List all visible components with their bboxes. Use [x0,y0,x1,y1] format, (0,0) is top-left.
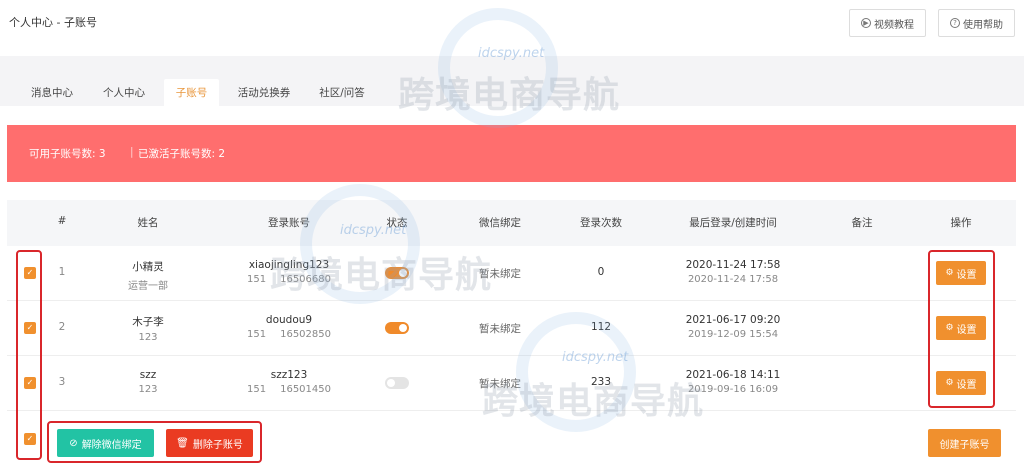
row-wechat: 暂未绑定 [479,323,521,335]
page-title: 个人中心 - 子账号 [9,16,97,29]
row-index: 2 [58,321,66,333]
highlight-frame-bulk-actions [47,421,262,463]
row-account: szz123 151 16501450 [247,369,331,395]
row-account-text: doudou9 [265,314,313,326]
tab-coupons[interactable]: 活动兑换券 [230,79,298,106]
row-index: 1 [58,266,66,278]
row-phone: 151 16502850 [247,329,331,340]
banner-separator: | [130,146,134,158]
row-name: szz 123 [138,369,157,395]
row-name-text: szz [139,369,157,381]
row-last-login: 2021-06-17 09:20 [685,314,781,326]
row-created: 2019-12-09 15:54 [687,329,779,340]
toggle-knob [387,379,395,387]
row-logins: 0 [597,266,605,278]
tab-bar: 消息中心 个人中心 子账号 活动兑换券 社区/问答 [0,56,1024,106]
row-wechat: 暂未绑定 [479,268,521,280]
row-created: 2020-11-24 17:58 [687,274,779,285]
phone-prefix: 151 [247,384,267,395]
row-account: doudou9 151 16502850 [247,314,331,340]
row-time: 2021-06-17 09:20 2019-12-09 15:54 [686,314,781,340]
row-name: 小精灵 运营一部 [128,259,168,292]
toggle-knob [399,324,407,332]
row-time: 2021-06-18 14:11 2019-09-16 16:09 [686,369,781,395]
status-toggle[interactable] [385,377,409,389]
row-dept: 运营一部 [128,281,168,292]
table-row: ✓ 3 szz 123 szz123 151 16501450 暂未绑定 233 … [7,356,1016,411]
phone-suffix: 16506680 [280,274,331,285]
row-account: xiaojingling123 151 16506680 [247,259,331,285]
col-remark: 备注 [851,217,873,229]
account-summary-banner: 可用子账号数: 3 | 已激活子账号数: 2 [7,125,1016,182]
tab-sub-accounts[interactable]: 子账号 [164,79,219,106]
help-label: 使用帮助 [963,19,1003,31]
available-count: 可用子账号数: 3 [29,148,106,160]
col-name: 姓名 [137,217,159,229]
phone-prefix: 151 [247,329,267,340]
status-toggle[interactable] [385,322,409,334]
row-created: 2019-09-16 16:09 [687,384,779,395]
video-tutorial-label: 视频教程 [874,19,914,31]
highlight-frame-settings [928,250,995,408]
table-header: # 姓名 登录账号 状态 微信绑定 登录次数 最后登录/创建时间 备注 操作 [7,200,1016,246]
row-name-text: 小精灵 [132,261,164,273]
phone-suffix: 16501450 [280,384,331,395]
col-wechat: 微信绑定 [479,217,521,229]
col-logins: 登录次数 [580,217,622,229]
tab-community[interactable]: 社区/问答 [310,79,374,106]
top-bar: 个人中心 - 子账号 ▶ 视频教程 ? 使用帮助 [0,0,1024,56]
activated-count: 已激活子账号数: 2 [138,148,226,160]
row-index: 3 [58,376,66,388]
col-actions: 操作 [950,217,972,229]
toggle-knob [399,269,407,277]
tab-profile[interactable]: 个人中心 [95,79,153,106]
row-time: 2020-11-24 17:58 2020-11-24 17:58 [686,259,781,285]
col-last-login: 最后登录/创建时间 [689,217,777,229]
col-status: 状态 [386,217,408,229]
row-account-text: xiaojingling123 [248,259,330,271]
row-dept: 123 [138,332,158,343]
video-tutorial-button[interactable]: ▶ 视频教程 [849,9,926,37]
question-icon: ? [950,18,960,28]
row-wechat: 暂未绑定 [479,378,521,390]
create-sub-account-button[interactable]: 创建子账号 [928,429,1001,457]
row-account-text: szz123 [270,369,308,381]
row-logins: 233 [590,376,612,388]
help-button[interactable]: ? 使用帮助 [938,9,1015,37]
col-index: # [57,215,67,227]
play-icon: ▶ [861,18,871,28]
row-name-text: 木子李 [132,316,164,328]
row-phone: 151 16506680 [247,274,331,285]
row-name: 木子李 123 [132,314,164,343]
row-dept: 123 [138,384,158,395]
row-last-login: 2020-11-24 17:58 [685,259,781,271]
status-toggle[interactable] [385,267,409,279]
col-account: 登录账号 [268,217,310,229]
row-last-login: 2021-06-18 14:11 [685,369,781,381]
table-row: ✓ 1 小精灵 运营一部 xiaojingling123 151 16506680… [7,246,1016,301]
row-phone: 151 16501450 [247,384,331,395]
tab-messages[interactable]: 消息中心 [23,79,81,106]
phone-suffix: 16502850 [280,329,331,340]
highlight-frame-checkboxes [16,250,42,460]
phone-prefix: 151 [247,274,267,285]
table-row: ✓ 2 木子李 123 doudou9 151 16502850 暂未绑定 112… [7,301,1016,356]
row-logins: 112 [590,321,612,333]
